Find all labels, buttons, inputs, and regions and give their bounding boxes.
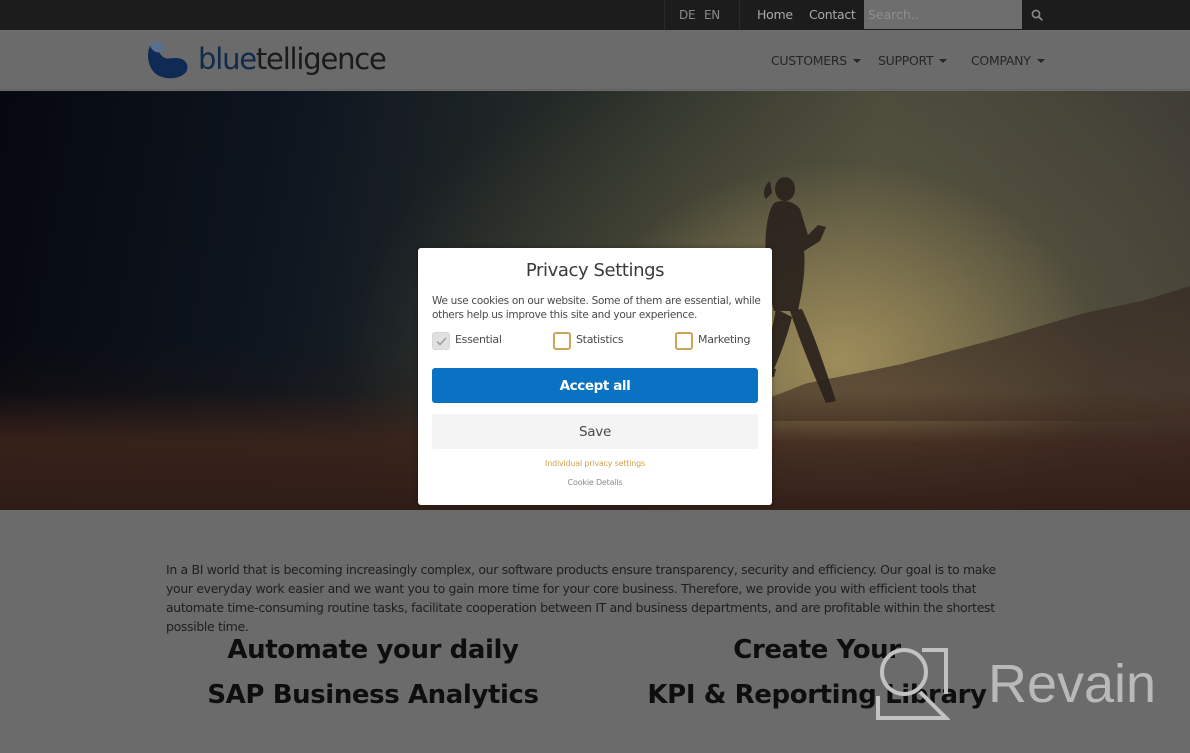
nav-customers[interactable]: CUSTOMERS [771, 53, 861, 68]
individual-privacy-settings-link[interactable]: Individual privacy settings [418, 459, 772, 468]
cookie-details-link[interactable]: Cookie Details [418, 478, 772, 487]
feature-title-line: SAP Business Analytics [207, 680, 539, 710]
checkbox-box[interactable] [553, 332, 571, 350]
intro-paragraph: In a BI world that is becoming increasin… [166, 562, 996, 634]
logo-icon [148, 41, 188, 79]
caret-down-icon [939, 58, 948, 63]
revain-logo-icon [876, 648, 950, 720]
checkbox-marketing[interactable]: Marketing [675, 332, 750, 350]
checkbox-box[interactable] [675, 332, 693, 350]
caret-down-icon [852, 58, 861, 63]
checkbox-essential[interactable]: Essential [432, 332, 502, 350]
nav-company[interactable]: COMPANY [971, 53, 1045, 68]
logo-text: bluetelligence [198, 42, 387, 76]
watermark-text: Revain [988, 654, 1157, 714]
checkbox-label: Marketing [698, 333, 751, 346]
caret-down-icon [1036, 58, 1045, 63]
top-bar: DE EN Home Contact [0, 0, 1190, 30]
language-de[interactable]: DE [679, 8, 696, 22]
modal-title: Privacy Settings [525, 260, 665, 281]
checkbox-box[interactable] [432, 332, 450, 350]
revain-watermark: Revain [874, 646, 1156, 722]
nav-label: COMPANY [971, 53, 1031, 68]
home-link[interactable]: Home [757, 7, 793, 22]
divider [664, 0, 665, 30]
nav-label: SUPPORT [878, 53, 934, 68]
privacy-settings-modal: Privacy Settings We use cookies on our w… [418, 248, 772, 505]
checkbox-label: Statistics [576, 333, 624, 346]
accept-all-button[interactable]: Accept all [432, 368, 758, 403]
divider [739, 0, 740, 30]
feature-title-automate[interactable]: Automate your daily SAP Business Analyti… [170, 628, 576, 718]
nav-label: CUSTOMERS [771, 53, 847, 68]
site-header: bluetelligence CUSTOMERS SUPPORT COMPANY [0, 30, 1190, 90]
search-button[interactable] [1022, 0, 1052, 30]
search-icon [1031, 9, 1043, 21]
language-en[interactable]: EN [704, 8, 720, 22]
contact-link[interactable]: Contact [809, 7, 856, 22]
feature-title-line: Automate your daily [227, 635, 519, 665]
search-input[interactable] [864, 0, 1022, 29]
nav-support[interactable]: SUPPORT [878, 53, 948, 68]
save-button[interactable]: Save [432, 414, 758, 449]
modal-description: We use cookies on our website. Some of t… [432, 295, 761, 321]
checkbox-label: Essential [455, 333, 502, 346]
checkmark-icon [436, 337, 447, 346]
logo[interactable]: bluetelligence [144, 38, 387, 82]
checkbox-statistics[interactable]: Statistics [553, 332, 624, 350]
